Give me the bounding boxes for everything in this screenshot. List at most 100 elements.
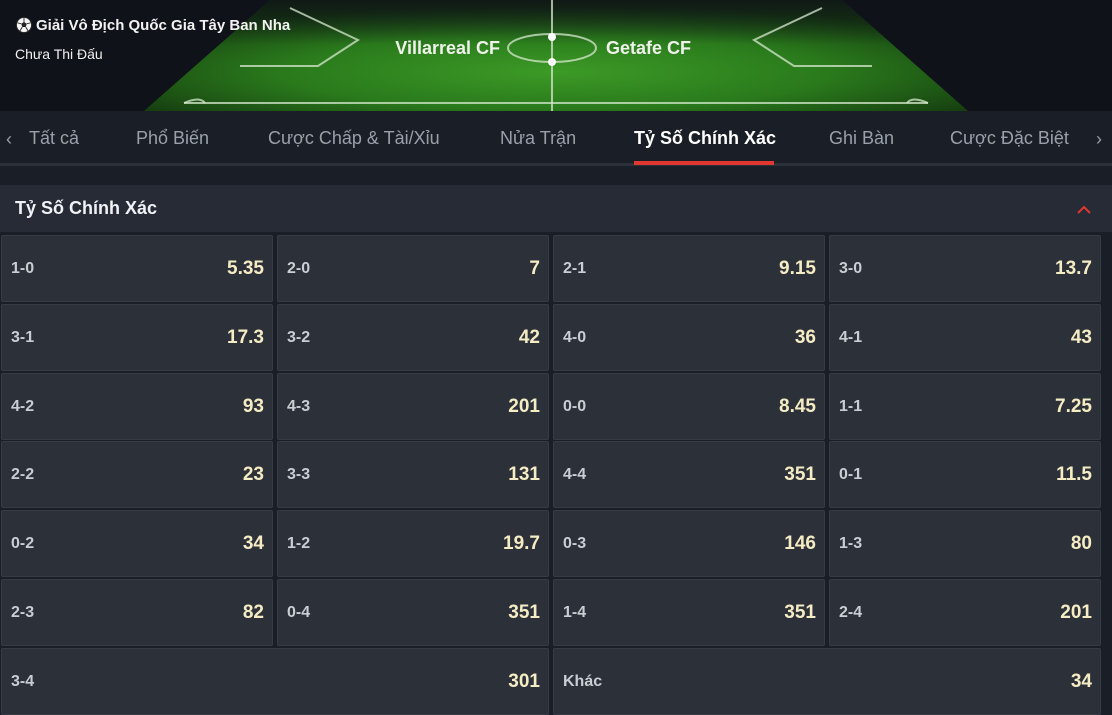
odds-value: 43 (1070, 327, 1092, 348)
score-odds-cell[interactable]: 3-1 17.3 (1, 304, 273, 371)
score-odds-cell[interactable]: 3-2 42 (277, 304, 549, 371)
odds-value: 17.3 (227, 327, 264, 348)
odds-value: 7.25 (1055, 396, 1092, 417)
score-odds-cell[interactable]: 0-0 8.45 (553, 373, 825, 440)
score-label: 4-4 (563, 466, 587, 483)
score-odds-cell[interactable]: 2-4 201 (829, 579, 1101, 646)
score-odds-cell[interactable]: 1-2 19.7 (277, 510, 549, 577)
score-label: 4-1 (839, 329, 863, 346)
score-odds-cell[interactable]: 2-1 9.15 (553, 235, 825, 302)
score-odds-cell[interactable]: 4-2 93 (1, 373, 273, 440)
score-label: 3-3 (287, 466, 311, 483)
odds-value: 351 (508, 602, 540, 623)
odds-value: 13.7 (1055, 258, 1092, 279)
score-label: 0-1 (839, 466, 863, 483)
score-label: 3-4 (11, 673, 35, 690)
section-title: Tỷ Số Chính Xác (15, 198, 158, 218)
chevron-up-icon[interactable] (1076, 202, 1092, 216)
score-label: 1-0 (11, 260, 35, 277)
odds-value: 7 (529, 258, 540, 279)
tab-half-time[interactable]: Nửa Trận (500, 128, 576, 149)
score-odds-cell[interactable]: 0-2 34 (1, 510, 273, 577)
score-label: 3-2 (287, 329, 311, 346)
odds-value: 301 (508, 671, 540, 692)
tab-specials[interactable]: Cược Đặc Biệt (950, 128, 1069, 149)
odds-value: 351 (784, 602, 816, 623)
away-team-name: Getafe CF (606, 38, 692, 58)
score-label: 2-2 (11, 466, 35, 483)
odds-value: 201 (1060, 602, 1092, 623)
odds-value: 146 (784, 533, 816, 554)
score-label: Khác (563, 673, 603, 690)
odds-value: 34 (1070, 671, 1092, 692)
odds-value: 19.7 (503, 533, 540, 554)
score-odds-cell[interactable]: 1-0 5.35 (1, 235, 273, 302)
odds-value: 11.5 (1056, 464, 1092, 485)
tab-handicap-over-under[interactable]: Cược Chấp & Tài/Xỉu (268, 128, 440, 149)
tab-popular[interactable]: Phổ Biến (136, 128, 209, 149)
tabs-divider (0, 163, 1112, 166)
tabs-scroll-left-icon[interactable]: ‹ (2, 129, 16, 149)
score-label: 1-1 (839, 398, 863, 415)
tab-goal-scorer[interactable]: Ghi Bàn (829, 128, 894, 149)
odds-value: 34 (242, 533, 264, 554)
odds-value: 36 (794, 327, 816, 348)
active-tab-indicator (634, 161, 774, 165)
score-label: 2-1 (563, 260, 587, 277)
home-team-name: Villarreal CF (395, 38, 500, 58)
score-odds-cell[interactable]: 4-3 201 (277, 373, 549, 440)
score-odds-cell[interactable]: 1-3 80 (829, 510, 1101, 577)
score-label: 1-4 (563, 604, 587, 621)
score-odds-cell[interactable]: 3-0 13.7 (829, 235, 1101, 302)
correct-score-section-header[interactable]: Tỷ Số Chính Xác (0, 185, 1112, 233)
score-odds-cell[interactable]: 0-4 351 (277, 579, 549, 646)
score-label: 4-2 (11, 398, 35, 415)
market-tabs: ‹ Tất cả Phổ Biến Cược Chấp & Tài/Xỉu Nử… (0, 111, 1112, 166)
match-header: Giải Vô Địch Quốc Gia Tây Ban Nha Chưa T… (0, 0, 1112, 111)
score-label: 2-0 (287, 260, 311, 277)
tab-all[interactable]: Tất cả (29, 128, 79, 149)
score-odds-cell[interactable]: 3-4 301 (1, 648, 549, 715)
score-label: 4-3 (287, 398, 311, 415)
tabs-scroll-right-icon[interactable]: › (1092, 129, 1106, 149)
odds-value: 8.45 (779, 396, 816, 417)
soccer-ball-icon (15, 16, 33, 34)
score-odds-cell[interactable]: 0-1 11.5 (829, 441, 1101, 508)
score-odds-cell[interactable]: 0-3 146 (553, 510, 825, 577)
score-label: 4-0 (563, 329, 587, 346)
score-odds-cell[interactable]: Khác 34 (553, 648, 1101, 715)
score-odds-cell[interactable]: 1-1 7.25 (829, 373, 1101, 440)
score-odds-cell[interactable]: 2-2 23 (1, 441, 273, 508)
odds-value: 82 (242, 602, 264, 623)
odds-value: 351 (784, 464, 816, 485)
tab-correct-score[interactable]: Tỷ Số Chính Xác (634, 128, 776, 149)
score-label: 0-3 (563, 535, 587, 552)
score-label: 2-4 (839, 604, 863, 621)
score-label: 3-0 (839, 260, 863, 277)
score-odds-cell[interactable]: 2-0 7 (277, 235, 549, 302)
odds-value: 131 (508, 464, 540, 485)
odds-value: 23 (242, 464, 264, 485)
score-odds-cell[interactable]: 3-3 131 (277, 441, 549, 508)
score-label: 0-4 (287, 604, 311, 621)
odds-value: 5.35 (227, 258, 264, 279)
odds-value: 80 (1070, 533, 1092, 554)
odds-value: 93 (242, 396, 264, 417)
score-odds-cell[interactable]: 4-4 351 (553, 441, 825, 508)
league-name: Giải Vô Địch Quốc Gia Tây Ban Nha (36, 16, 291, 34)
score-label: 3-1 (11, 329, 35, 346)
score-odds-cell[interactable]: 1-4 351 (553, 579, 825, 646)
correct-score-grid: 1-0 5.35 2-0 7 2-1 9.15 3-0 13.7 3-1 17.3 3-2 42 4-0… (0, 234, 1112, 715)
odds-value: 42 (518, 327, 540, 348)
score-label: 1-3 (839, 535, 863, 552)
score-odds-cell[interactable]: 4-1 43 (829, 304, 1101, 371)
score-odds-cell[interactable]: 4-0 36 (553, 304, 825, 371)
score-odds-cell[interactable]: 2-3 82 (1, 579, 273, 646)
odds-value: 9.15 (779, 258, 816, 279)
score-label: 0-0 (563, 398, 587, 415)
score-label: 1-2 (287, 535, 311, 552)
match-status: Chưa Thi Đấu (15, 46, 103, 62)
league-title: Giải Vô Địch Quốc Gia Tây Ban Nha (15, 16, 290, 34)
odds-value: 201 (508, 396, 540, 417)
score-label: 2-3 (11, 604, 35, 621)
